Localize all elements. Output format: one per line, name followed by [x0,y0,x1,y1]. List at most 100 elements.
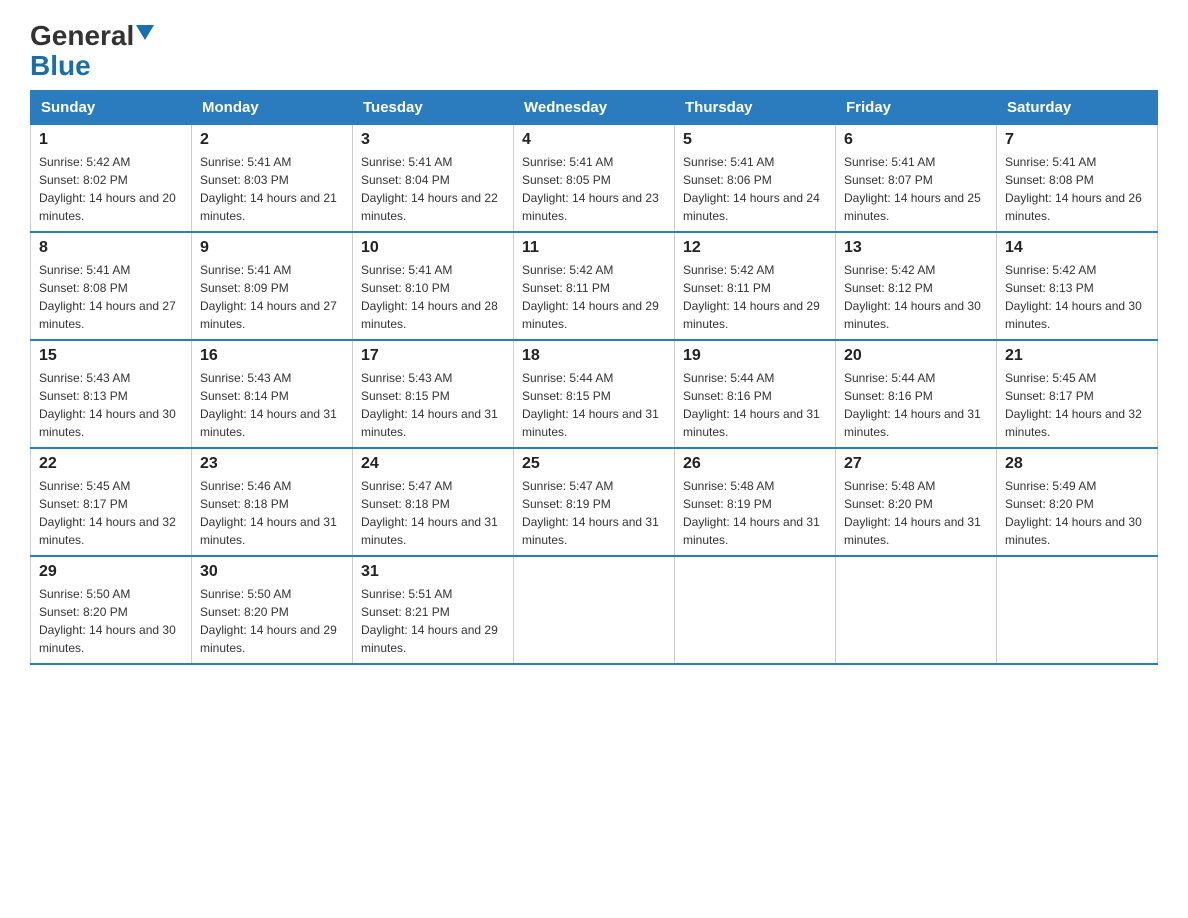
day-info: Sunrise: 5:41 AMSunset: 8:08 PMDaylight:… [39,263,176,331]
calendar-day-cell [675,556,836,664]
calendar-day-cell: 6 Sunrise: 5:41 AMSunset: 8:07 PMDayligh… [836,125,997,233]
calendar-week-row: 15 Sunrise: 5:43 AMSunset: 8:13 PMDaylig… [31,340,1158,448]
day-info: Sunrise: 5:45 AMSunset: 8:17 PMDaylight:… [39,479,176,547]
day-number: 10 [361,239,505,257]
calendar-header-row: SundayMondayTuesdayWednesdayThursdayFrid… [31,91,1158,125]
day-info: Sunrise: 5:41 AMSunset: 8:04 PMDaylight:… [361,155,498,223]
day-info: Sunrise: 5:42 AMSunset: 8:11 PMDaylight:… [522,263,659,331]
calendar-day-cell: 11 Sunrise: 5:42 AMSunset: 8:11 PMDaylig… [514,232,675,340]
day-info: Sunrise: 5:51 AMSunset: 8:21 PMDaylight:… [361,587,498,655]
calendar-day-cell [514,556,675,664]
column-header-saturday: Saturday [997,91,1158,125]
day-number: 6 [844,131,988,149]
calendar-day-cell: 9 Sunrise: 5:41 AMSunset: 8:09 PMDayligh… [192,232,353,340]
calendar-day-cell: 5 Sunrise: 5:41 AMSunset: 8:06 PMDayligh… [675,125,836,233]
day-number: 31 [361,563,505,581]
day-info: Sunrise: 5:47 AMSunset: 8:19 PMDaylight:… [522,479,659,547]
calendar-day-cell: 27 Sunrise: 5:48 AMSunset: 8:20 PMDaylig… [836,448,997,556]
day-number: 8 [39,239,183,257]
column-header-wednesday: Wednesday [514,91,675,125]
day-info: Sunrise: 5:43 AMSunset: 8:13 PMDaylight:… [39,371,176,439]
day-info: Sunrise: 5:42 AMSunset: 8:11 PMDaylight:… [683,263,820,331]
day-number: 28 [1005,455,1149,473]
calendar-day-cell: 18 Sunrise: 5:44 AMSunset: 8:15 PMDaylig… [514,340,675,448]
calendar-day-cell: 3 Sunrise: 5:41 AMSunset: 8:04 PMDayligh… [353,125,514,233]
page-header: General Blue [30,20,1158,80]
calendar-day-cell: 12 Sunrise: 5:42 AMSunset: 8:11 PMDaylig… [675,232,836,340]
day-info: Sunrise: 5:41 AMSunset: 8:03 PMDaylight:… [200,155,337,223]
calendar-day-cell: 23 Sunrise: 5:46 AMSunset: 8:18 PMDaylig… [192,448,353,556]
calendar-day-cell: 2 Sunrise: 5:41 AMSunset: 8:03 PMDayligh… [192,125,353,233]
day-info: Sunrise: 5:41 AMSunset: 8:06 PMDaylight:… [683,155,820,223]
day-info: Sunrise: 5:41 AMSunset: 8:08 PMDaylight:… [1005,155,1142,223]
calendar-day-cell: 24 Sunrise: 5:47 AMSunset: 8:18 PMDaylig… [353,448,514,556]
day-info: Sunrise: 5:42 AMSunset: 8:13 PMDaylight:… [1005,263,1142,331]
logo-blue-text: Blue [30,52,91,80]
day-number: 22 [39,455,183,473]
day-number: 15 [39,347,183,365]
calendar-day-cell: 4 Sunrise: 5:41 AMSunset: 8:05 PMDayligh… [514,125,675,233]
column-header-tuesday: Tuesday [353,91,514,125]
calendar-day-cell: 20 Sunrise: 5:44 AMSunset: 8:16 PMDaylig… [836,340,997,448]
day-number: 3 [361,131,505,149]
calendar-day-cell: 22 Sunrise: 5:45 AMSunset: 8:17 PMDaylig… [31,448,192,556]
calendar-table: SundayMondayTuesdayWednesdayThursdayFrid… [30,90,1158,665]
calendar-week-row: 8 Sunrise: 5:41 AMSunset: 8:08 PMDayligh… [31,232,1158,340]
calendar-day-cell: 29 Sunrise: 5:50 AMSunset: 8:20 PMDaylig… [31,556,192,664]
day-number: 17 [361,347,505,365]
day-number: 30 [200,563,344,581]
calendar-day-cell: 21 Sunrise: 5:45 AMSunset: 8:17 PMDaylig… [997,340,1158,448]
day-number: 27 [844,455,988,473]
calendar-day-cell [997,556,1158,664]
day-number: 21 [1005,347,1149,365]
day-info: Sunrise: 5:48 AMSunset: 8:20 PMDaylight:… [844,479,981,547]
day-number: 18 [522,347,666,365]
calendar-day-cell: 8 Sunrise: 5:41 AMSunset: 8:08 PMDayligh… [31,232,192,340]
day-number: 23 [200,455,344,473]
day-info: Sunrise: 5:50 AMSunset: 8:20 PMDaylight:… [39,587,176,655]
calendar-day-cell: 13 Sunrise: 5:42 AMSunset: 8:12 PMDaylig… [836,232,997,340]
calendar-week-row: 29 Sunrise: 5:50 AMSunset: 8:20 PMDaylig… [31,556,1158,664]
calendar-day-cell: 15 Sunrise: 5:43 AMSunset: 8:13 PMDaylig… [31,340,192,448]
calendar-day-cell: 30 Sunrise: 5:50 AMSunset: 8:20 PMDaylig… [192,556,353,664]
day-number: 13 [844,239,988,257]
day-info: Sunrise: 5:42 AMSunset: 8:12 PMDaylight:… [844,263,981,331]
calendar-day-cell: 25 Sunrise: 5:47 AMSunset: 8:19 PMDaylig… [514,448,675,556]
day-number: 2 [200,131,344,149]
calendar-day-cell: 1 Sunrise: 5:42 AMSunset: 8:02 PMDayligh… [31,125,192,233]
day-number: 1 [39,131,183,149]
day-info: Sunrise: 5:44 AMSunset: 8:16 PMDaylight:… [683,371,820,439]
day-info: Sunrise: 5:41 AMSunset: 8:05 PMDaylight:… [522,155,659,223]
column-header-friday: Friday [836,91,997,125]
day-number: 12 [683,239,827,257]
column-header-monday: Monday [192,91,353,125]
day-number: 9 [200,239,344,257]
day-info: Sunrise: 5:48 AMSunset: 8:19 PMDaylight:… [683,479,820,547]
day-number: 24 [361,455,505,473]
calendar-week-row: 1 Sunrise: 5:42 AMSunset: 8:02 PMDayligh… [31,125,1158,233]
calendar-day-cell: 16 Sunrise: 5:43 AMSunset: 8:14 PMDaylig… [192,340,353,448]
day-info: Sunrise: 5:44 AMSunset: 8:15 PMDaylight:… [522,371,659,439]
calendar-day-cell [836,556,997,664]
calendar-day-cell: 19 Sunrise: 5:44 AMSunset: 8:16 PMDaylig… [675,340,836,448]
day-info: Sunrise: 5:50 AMSunset: 8:20 PMDaylight:… [200,587,337,655]
day-info: Sunrise: 5:45 AMSunset: 8:17 PMDaylight:… [1005,371,1142,439]
day-info: Sunrise: 5:49 AMSunset: 8:20 PMDaylight:… [1005,479,1142,547]
day-info: Sunrise: 5:42 AMSunset: 8:02 PMDaylight:… [39,155,176,223]
day-number: 14 [1005,239,1149,257]
column-header-thursday: Thursday [675,91,836,125]
day-number: 20 [844,347,988,365]
calendar-day-cell: 7 Sunrise: 5:41 AMSunset: 8:08 PMDayligh… [997,125,1158,233]
calendar-week-row: 22 Sunrise: 5:45 AMSunset: 8:17 PMDaylig… [31,448,1158,556]
day-number: 11 [522,239,666,257]
day-info: Sunrise: 5:41 AMSunset: 8:09 PMDaylight:… [200,263,337,331]
day-info: Sunrise: 5:41 AMSunset: 8:10 PMDaylight:… [361,263,498,331]
calendar-day-cell: 28 Sunrise: 5:49 AMSunset: 8:20 PMDaylig… [997,448,1158,556]
day-number: 19 [683,347,827,365]
day-number: 26 [683,455,827,473]
day-number: 29 [39,563,183,581]
day-info: Sunrise: 5:46 AMSunset: 8:18 PMDaylight:… [200,479,337,547]
calendar-day-cell: 14 Sunrise: 5:42 AMSunset: 8:13 PMDaylig… [997,232,1158,340]
logo: General Blue [30,20,154,80]
day-number: 4 [522,131,666,149]
